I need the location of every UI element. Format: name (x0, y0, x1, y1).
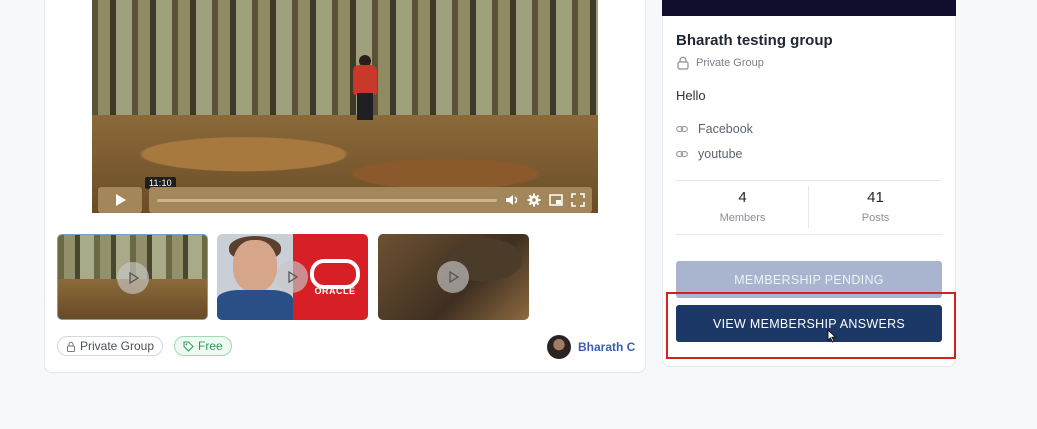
author-link[interactable]: Bharath C (547, 335, 635, 359)
group-description: Hello (676, 88, 706, 103)
lock-icon (67, 341, 75, 352)
pip-icon[interactable] (549, 193, 563, 207)
free-tag: Free (174, 336, 232, 356)
video-thumbnails: ORACLE (57, 234, 537, 321)
author-name[interactable]: Bharath C (578, 340, 635, 354)
play-icon (449, 271, 459, 283)
avatar[interactable] (547, 335, 571, 359)
link-icon (676, 125, 688, 133)
group-title: Bharath testing group (676, 32, 833, 49)
fullscreen-icon[interactable] (571, 193, 585, 207)
thumb-play-button[interactable] (276, 261, 308, 293)
highlight-box (666, 292, 956, 359)
members-stat: 4 Members (676, 189, 809, 224)
divider (676, 180, 942, 181)
members-label: Members (719, 212, 766, 224)
thumb-play-button[interactable] (117, 262, 149, 294)
posts-count: 41 (867, 189, 884, 206)
youtube-link-label[interactable]: youtube (698, 147, 742, 161)
video-person (350, 55, 380, 120)
volume-icon[interactable] (505, 193, 519, 207)
group-privacy: Private Group (676, 56, 764, 70)
private-group-tag-label: Private Group (80, 339, 155, 353)
settings-icon[interactable] (527, 193, 541, 207)
private-group-tag: Private Group (57, 336, 164, 356)
video-controls (98, 187, 592, 213)
play-icon (129, 272, 139, 284)
members-count: 4 (738, 189, 747, 206)
mouse-cursor-icon (827, 329, 837, 343)
youtube-link[interactable]: youtube (676, 147, 742, 161)
progress-bar-container (149, 187, 592, 213)
play-button[interactable] (98, 187, 142, 213)
group-cover-image (662, 0, 956, 16)
free-tag-label: Free (198, 339, 223, 353)
facebook-link-label[interactable]: Facebook (698, 122, 753, 136)
progress-track[interactable] (157, 199, 497, 202)
posts-stat: 41 Posts (809, 189, 942, 224)
oracle-video-thumbnail[interactable]: ORACLE (217, 234, 368, 320)
divider (676, 234, 942, 235)
dark-video-thumbnail[interactable] (378, 234, 529, 320)
facebook-link[interactable]: Facebook (676, 122, 753, 136)
play-icon (288, 271, 298, 283)
lock-icon (677, 56, 689, 70)
forest-video-thumbnail[interactable] (57, 234, 208, 320)
price-tag-icon (183, 341, 194, 352)
group-privacy-label: Private Group (696, 57, 764, 69)
posts-label: Posts (861, 212, 890, 224)
oracle-logo-text: ORACLE (314, 286, 356, 296)
link-icon (676, 150, 688, 158)
thumb-play-button[interactable] (437, 261, 469, 293)
oracle-logo (310, 259, 360, 289)
play-icon (116, 194, 126, 206)
